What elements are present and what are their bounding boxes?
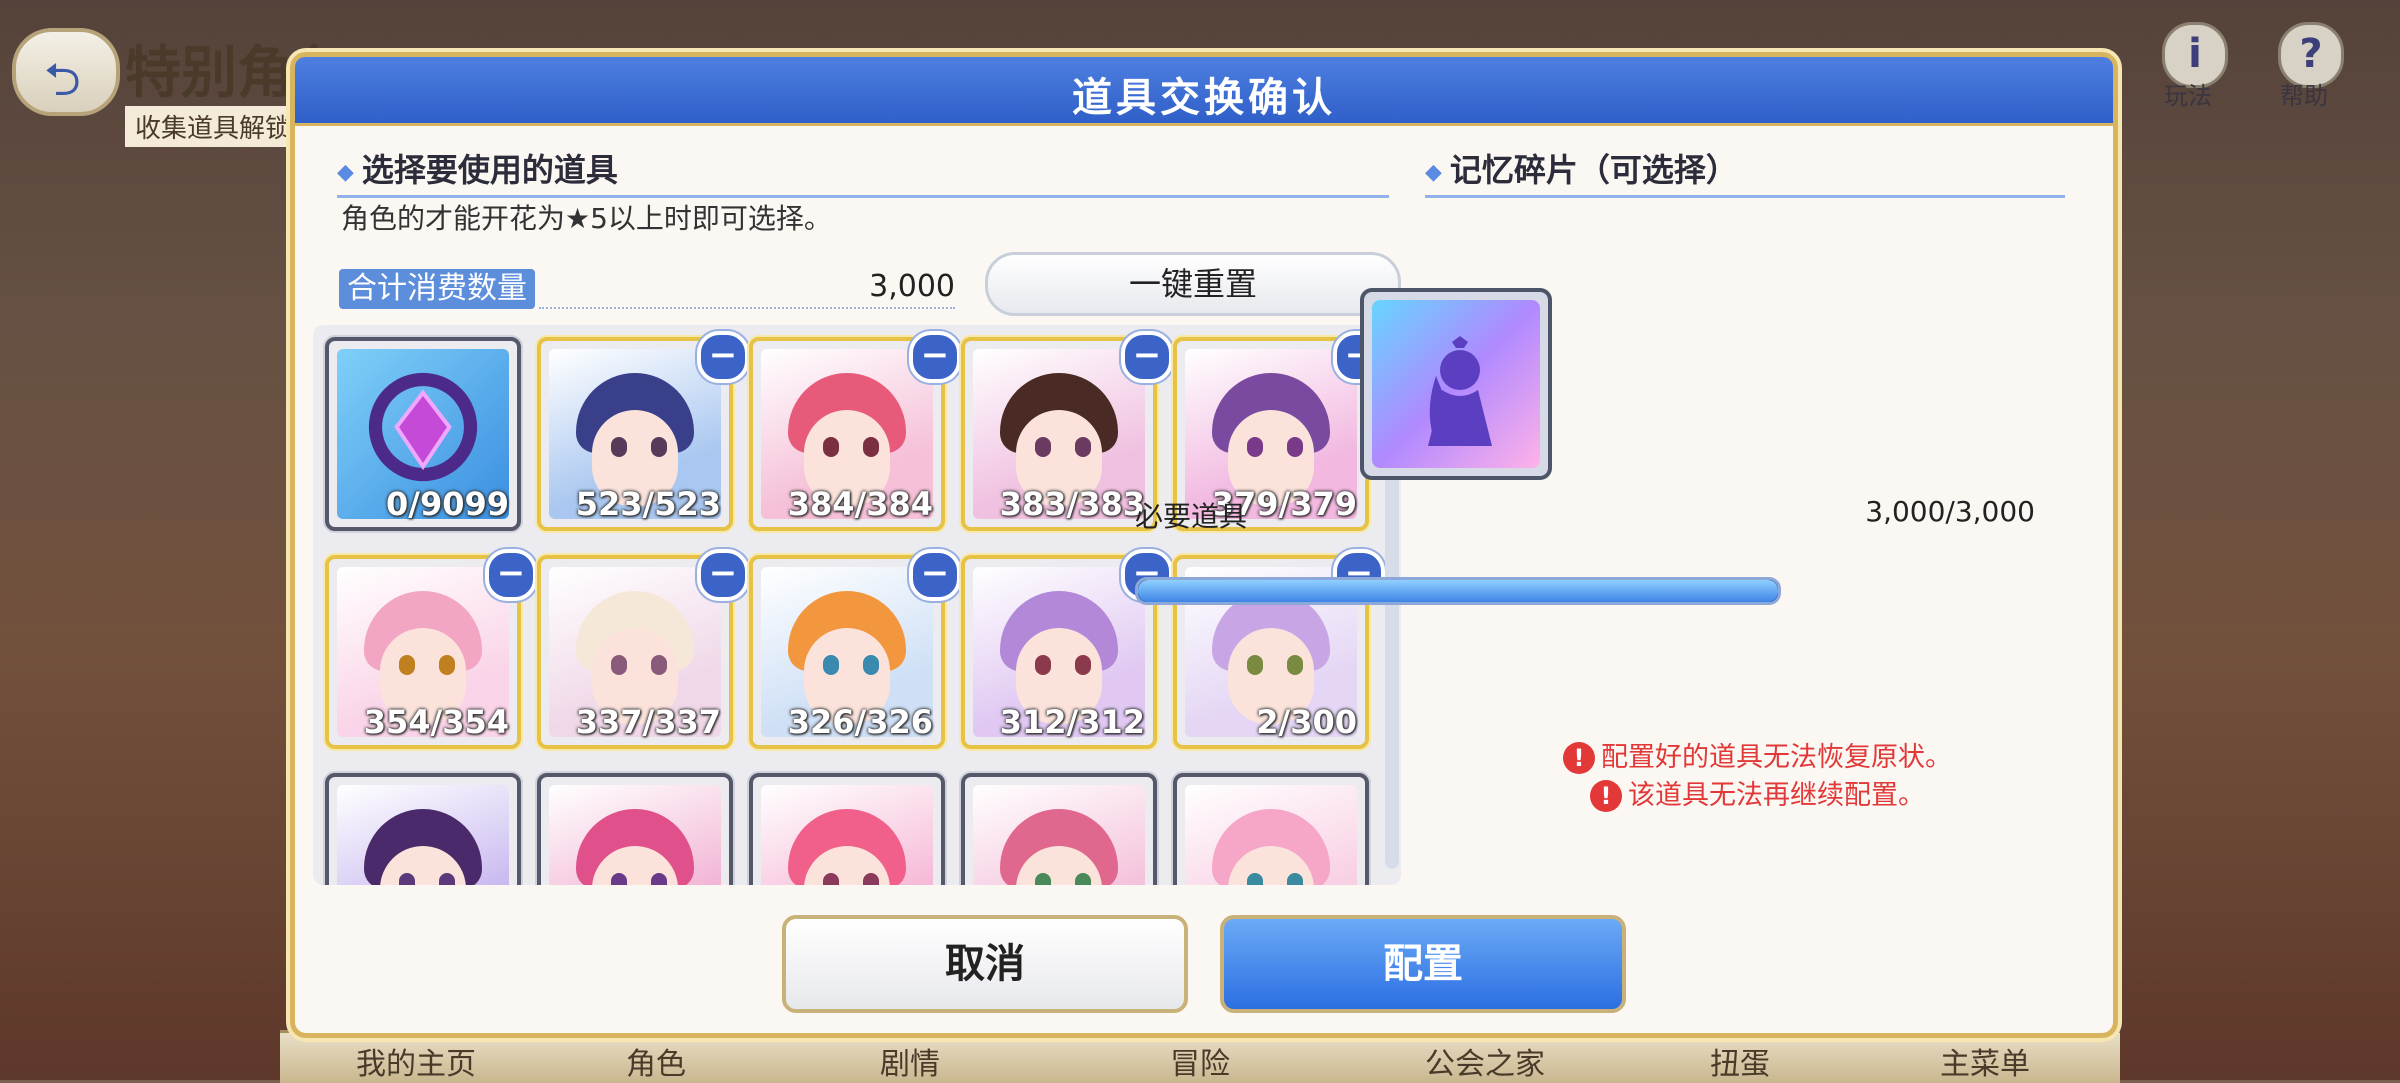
character-silhouette-icon: [1428, 336, 1492, 446]
info-label: 玩法: [2164, 82, 2212, 110]
reset-all-button[interactable]: 一键重置: [985, 252, 1401, 316]
nav-item-guild[interactable]: 公会之家: [1425, 1039, 1545, 1083]
total-divider: [539, 307, 955, 309]
character-portrait: [337, 785, 509, 885]
nav-item-story[interactable]: 剧情: [880, 1039, 940, 1083]
item-card[interactable]: [537, 773, 733, 885]
required-progress-fill: [1138, 580, 1778, 602]
nav-item-menu[interactable]: 主菜单: [1940, 1039, 2030, 1083]
warning-line-1: ! 配置好的道具无法恢复原状。: [1563, 735, 1952, 774]
nav-item-home[interactable]: 我的主页: [356, 1039, 476, 1083]
memory-shard-image: [1372, 300, 1540, 468]
diamond-icon: ◆: [1425, 159, 1442, 185]
nav-item-character[interactable]: 角色: [626, 1039, 686, 1083]
item-count: 337/337: [575, 703, 721, 741]
item-grid[interactable]: 0/9099 523/523−384/384−383/383−379/379−35…: [313, 325, 1401, 885]
item-card[interactable]: [961, 773, 1157, 885]
required-items-value: 3,000/3,000: [1865, 495, 2035, 528]
required-items-label: 必要道具: [1135, 500, 1248, 533]
memory-shard-heading-text: 记忆碎片（可选择）: [1449, 151, 1738, 189]
remove-item-minus-icon[interactable]: −: [485, 549, 537, 601]
item-count: 326/326: [787, 703, 933, 741]
item-count: 384/384: [787, 485, 933, 523]
back-button[interactable]: ⮌: [12, 28, 120, 116]
item-card[interactable]: [1173, 773, 1369, 885]
item-count: 312/312: [999, 703, 1145, 741]
total-consume-value: 3,000: [869, 269, 955, 304]
item-count: 2/300: [1256, 703, 1357, 741]
memory-shard-heading: ◆ 记忆碎片（可选择）: [1425, 145, 2065, 198]
warning-icon: !: [1563, 742, 1595, 774]
item-card[interactable]: 0/9099: [325, 337, 521, 531]
item-count: 383/383: [999, 485, 1145, 523]
selection-note: 角色的才能开花为★5以上时即可选择。: [341, 202, 832, 235]
dialog-title: 道具交换确认: [1072, 75, 1336, 121]
confirm-button[interactable]: 配置: [1220, 915, 1626, 1013]
warning-line-2: ! 该道具无法再继续配置。: [1590, 773, 1925, 812]
back-arrow-icon: ⮌: [44, 52, 81, 106]
diamond-icon: ◆: [337, 159, 354, 185]
character-portrait: [549, 785, 721, 885]
item-card[interactable]: [325, 773, 521, 885]
nav-item-adventure[interactable]: 冒险: [1170, 1039, 1230, 1083]
item-card[interactable]: [749, 773, 945, 885]
cancel-button[interactable]: 取消: [782, 915, 1188, 1013]
remove-item-minus-icon[interactable]: −: [697, 549, 749, 601]
character-portrait: [761, 785, 933, 885]
item-count: 354/354: [363, 703, 509, 741]
select-items-heading-text: 选择要使用的道具: [361, 151, 618, 189]
exchange-dialog: 道具交换确认 ◆ 选择要使用的道具 角色的才能开花为★5以上时即可选择。 合计消费…: [290, 52, 2118, 1038]
character-portrait: [973, 785, 1145, 885]
total-consume-label: 合计消费数量: [339, 269, 535, 309]
remove-item-minus-icon[interactable]: −: [909, 549, 961, 601]
screen-subtitle: 收集道具解锁: [125, 106, 302, 147]
character-portrait: [1185, 785, 1357, 885]
item-count: 0/9099: [385, 485, 509, 523]
warning-icon: !: [1590, 780, 1622, 812]
warning-text-2: 该道具无法再继续配置。: [1628, 780, 1925, 811]
required-progress-bar: [1135, 577, 1781, 605]
remove-item-minus-icon[interactable]: −: [697, 331, 749, 383]
remove-item-minus-icon[interactable]: −: [1121, 331, 1173, 383]
nav-item-gacha[interactable]: 扭蛋: [1710, 1039, 1770, 1083]
warning-text-1: 配置好的道具无法恢复原状。: [1601, 742, 1952, 773]
remove-item-minus-icon[interactable]: −: [909, 331, 961, 383]
item-count: 523/523: [575, 485, 721, 523]
help-label: 帮助: [2280, 82, 2328, 110]
memory-shard-item[interactable]: [1360, 288, 1552, 480]
select-items-heading: ◆ 选择要使用的道具: [337, 145, 1389, 198]
dialog-header: 道具交换确认: [295, 57, 2113, 126]
